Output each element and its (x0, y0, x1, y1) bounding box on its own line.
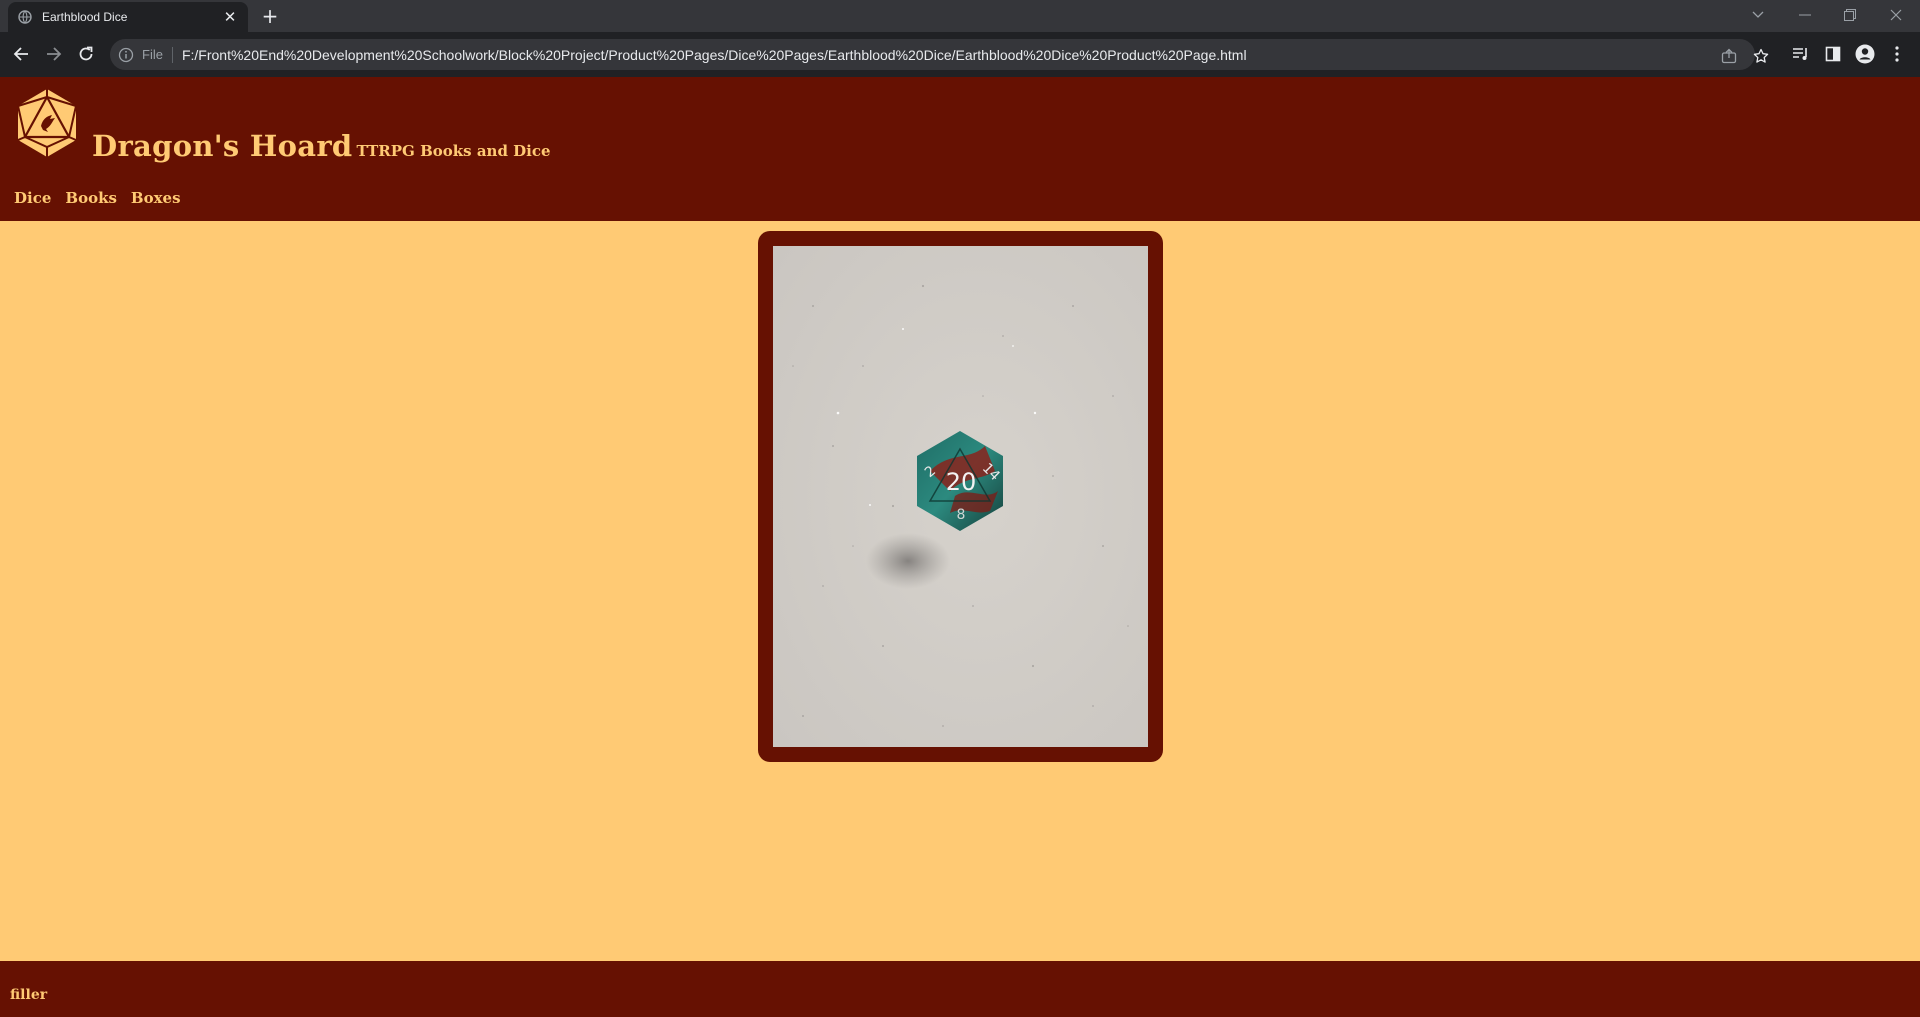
browser-tab[interactable]: Earthblood Dice ✕ (8, 2, 248, 32)
url-text[interactable]: F:/Front%20End%20Development%20Schoolwor… (182, 47, 1247, 63)
minimize-icon[interactable] (1785, 0, 1825, 30)
site-footer: filler (0, 961, 1920, 1017)
bookmark-star-icon[interactable] (1753, 48, 1769, 64)
site-header: Dragon's Hoard TTRPG Books and Dice Dice … (0, 77, 1920, 221)
more-menu-icon[interactable] (1887, 44, 1907, 64)
browser-tab-bar: Earthblood Dice ✕ + (0, 0, 1920, 32)
profile-avatar-icon[interactable] (1855, 44, 1875, 64)
product-photo: 20 2 14 8 (773, 246, 1148, 747)
share-icon[interactable] (1721, 48, 1737, 64)
brand-title: Dragon's Hoard TTRPG Books and Dice (92, 129, 551, 163)
main-navigation: Dice Books Boxes (14, 189, 181, 207)
site-name[interactable]: Dragon's Hoard (92, 129, 353, 163)
reading-list-icon[interactable] (1791, 44, 1811, 64)
address-bar[interactable]: File F:/Front%20End%20Development%20Scho… (110, 39, 1755, 70)
die-face-number: 20 (946, 468, 977, 496)
product-image-frame: 20 2 14 8 (758, 231, 1163, 762)
browser-toolbar: File F:/Front%20End%20Development%20Scho… (0, 32, 1920, 77)
globe-icon (18, 10, 32, 24)
restore-icon[interactable] (1830, 0, 1870, 30)
side-panel-icon[interactable] (1823, 44, 1843, 64)
nav-link-boxes[interactable]: Boxes (131, 189, 181, 207)
d20-dragon-logo-icon[interactable] (15, 87, 79, 159)
nav-link-books[interactable]: Books (65, 189, 117, 207)
tab-title: Earthblood Dice (42, 10, 128, 24)
reload-icon[interactable] (76, 44, 96, 64)
site-info-icon[interactable] (118, 47, 134, 63)
nav-link-dice[interactable]: Dice (14, 189, 51, 207)
back-arrow-icon[interactable] (11, 44, 31, 64)
close-window-icon[interactable] (1876, 0, 1916, 30)
svg-text:8: 8 (957, 507, 966, 523)
new-tab-button[interactable]: + (260, 6, 280, 26)
url-scheme-label: File (142, 46, 173, 63)
close-tab-icon[interactable]: ✕ (222, 9, 238, 25)
site-tagline: TTRPG Books and Dice (356, 142, 551, 160)
tab-search-icon[interactable] (1738, 0, 1778, 30)
forward-arrow-icon[interactable] (44, 44, 64, 64)
footer-text: filler (10, 987, 48, 1003)
